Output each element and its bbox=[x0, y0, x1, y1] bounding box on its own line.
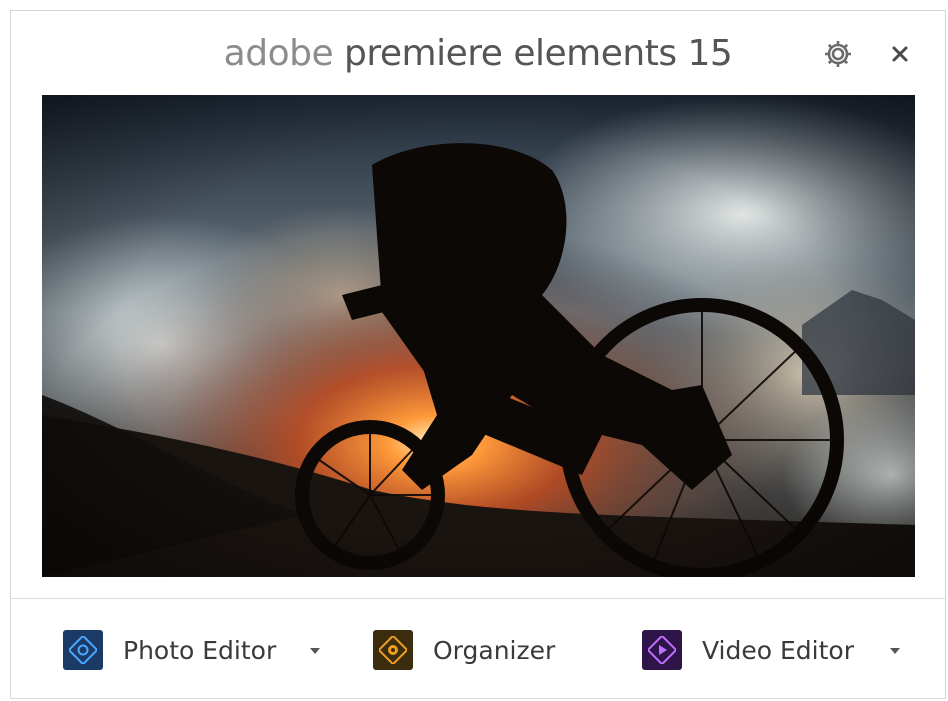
organizer-label: Organizer bbox=[433, 635, 556, 665]
title-prefix: adobe bbox=[223, 33, 334, 74]
photo-editor-dropdown[interactable] bbox=[305, 643, 325, 659]
video-editor-label: Video Editor bbox=[702, 635, 854, 665]
gear-icon bbox=[825, 41, 851, 67]
caret-down-icon bbox=[890, 648, 900, 654]
video-editor-button[interactable]: Video Editor bbox=[642, 628, 854, 672]
launcher-window: adobe premiere elements 15 Photo Editor … bbox=[10, 10, 946, 699]
close-icon bbox=[892, 46, 908, 62]
photo-editor-label: Photo Editor bbox=[123, 635, 277, 665]
organizer-button[interactable]: Organizer bbox=[373, 628, 555, 672]
title-bar: adobe premiere elements 15 bbox=[11, 11, 945, 95]
photo-editor-button[interactable]: Photo Editor bbox=[63, 628, 276, 672]
launcher-bar: Photo Editor Organizer Video Editor bbox=[11, 599, 945, 699]
caret-down-icon bbox=[310, 648, 320, 654]
video-editor-icon bbox=[642, 630, 682, 670]
close-button[interactable] bbox=[883, 37, 917, 71]
app-title: adobe premiere elements 15 bbox=[11, 33, 945, 74]
biker-photo bbox=[42, 95, 915, 577]
settings-button[interactable] bbox=[821, 37, 855, 71]
photo-editor-icon bbox=[63, 630, 103, 670]
video-editor-dropdown[interactable] bbox=[885, 643, 905, 659]
hero-image bbox=[42, 95, 915, 577]
organizer-icon bbox=[373, 630, 413, 670]
title-product: premiere elements 15 bbox=[333, 33, 733, 74]
